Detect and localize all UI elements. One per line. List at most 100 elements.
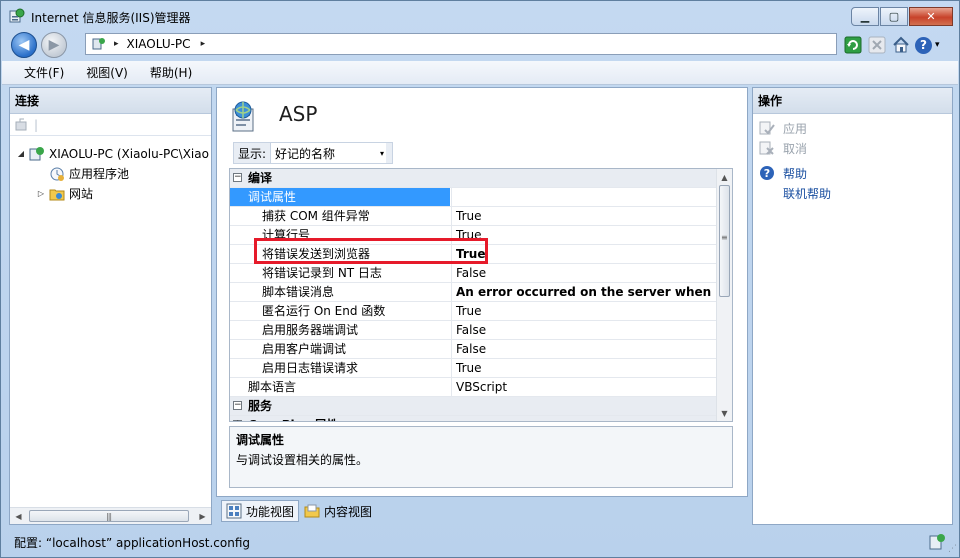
connections-toolbar: |	[10, 114, 211, 136]
apply-icon	[759, 121, 775, 135]
stop-icon	[868, 36, 886, 54]
menu-bar: 文件(F) 视图(V) 帮助(H)	[2, 61, 958, 85]
action-help[interactable]: ? 帮助	[759, 163, 807, 183]
scroll-up-arrow[interactable]: ▲	[717, 169, 732, 185]
server-status-icon	[929, 534, 945, 550]
back-button[interactable]: ◀	[11, 32, 37, 58]
category-label: 编译	[248, 171, 273, 185]
iis-app-icon	[9, 8, 25, 23]
action-label: 帮助	[783, 166, 808, 181]
property-row[interactable]: 启用服务器端调试 False	[230, 321, 718, 340]
property-name: 脚本错误消息	[262, 285, 335, 299]
tree-node-app-pools[interactable]: 应用程序池	[36, 164, 129, 183]
stop-button[interactable]	[867, 35, 887, 55]
property-value[interactable]: True	[451, 302, 719, 320]
property-name: 捕获 COM 组件异常	[262, 209, 370, 223]
property-value[interactable]: False	[451, 321, 719, 339]
property-category-row[interactable]: −调试属性	[230, 188, 718, 207]
scroll-right-arrow[interactable]: ▶	[194, 508, 211, 524]
category-label: 调试属性	[230, 188, 450, 206]
connections-hscrollbar[interactable]: ◀ ||| ▶	[10, 507, 211, 524]
scroll-left-arrow[interactable]: ◀	[10, 508, 27, 524]
property-value[interactable]: True	[451, 207, 719, 225]
forward-button[interactable]: ▶	[41, 32, 67, 58]
tree-expander-collapse[interactable]: ◢	[16, 149, 26, 158]
connections-header: 连接	[10, 88, 211, 114]
property-value[interactable]: An error occurred on the server when pro…	[451, 283, 719, 301]
property-name: 脚本语言	[248, 380, 297, 394]
sites-folder-icon	[49, 189, 65, 200]
property-name: 启用日志错误请求	[262, 361, 359, 375]
window-controls: ▁ ▢ ✕	[851, 7, 953, 26]
tab-label: 内容视图	[324, 504, 373, 519]
property-value[interactable]: False	[451, 340, 719, 358]
scroll-down-arrow[interactable]: ▼	[717, 405, 732, 421]
tab-features-view[interactable]: 功能视图	[221, 500, 300, 522]
tree-node-sites[interactable]: ▷ 网站	[36, 184, 93, 203]
action-cancel[interactable]: 取消	[759, 138, 807, 158]
menu-view[interactable]: 视图(V)	[86, 64, 128, 81]
property-grid-vscrollbar[interactable]: ▲ ≡ ▼	[716, 169, 732, 421]
action-online-help[interactable]: 联机帮助	[783, 183, 831, 203]
address-bar[interactable]: ▸ XIAOLU-PC ▸	[85, 33, 837, 55]
property-grid: −编译−调试属性捕获 COM 组件异常True计算行号True将错误发送到浏览器…	[229, 168, 733, 422]
scroll-thumb[interactable]: |||	[29, 510, 189, 522]
maximize-button[interactable]: ▢	[880, 7, 908, 26]
menu-help[interactable]: 帮助(H)	[150, 64, 192, 81]
iis-manager-window: Internet 信息服务(IIS)管理器 ▁ ▢ ✕ ◀ ▶ ▸ XIAOLU…	[0, 0, 960, 558]
display-select[interactable]: 好记的名称 ▾	[270, 143, 387, 163]
actions-pane: 操作 应用 取消 ? 帮助 联机帮助	[752, 87, 953, 525]
connect-icon[interactable]	[14, 117, 30, 133]
property-category-row[interactable]: +Com Plus 属性	[230, 416, 718, 421]
tree-node-server[interactable]: ◢ XIAOLU-PC (Xiaolu-PC\Xiao	[16, 144, 209, 163]
display-selected-value: 好记的名称	[275, 146, 336, 161]
property-row[interactable]: 启用日志错误请求 True	[230, 359, 718, 378]
tree-node-label: 网站	[69, 187, 94, 201]
property-value[interactable]: False	[451, 264, 719, 282]
scroll-thumb[interactable]: ≡	[719, 185, 730, 297]
action-apply[interactable]: 应用	[759, 118, 807, 138]
scroll-grip: ≡	[721, 233, 728, 242]
asp-feature-icon	[232, 101, 254, 132]
tree-node-label: XIAOLU-PC (Xiaolu-PC\Xiao	[49, 146, 209, 161]
address-trailing-chevron[interactable]: ▸	[201, 39, 206, 49]
features-view-icon	[226, 503, 242, 519]
app-pool-icon	[50, 167, 64, 181]
property-row[interactable]: 将错误记录到 NT 日志 False	[230, 264, 718, 283]
tree-node-label: 应用程序池	[69, 167, 130, 181]
actions-header: 操作	[753, 88, 952, 114]
svg-text:?: ?	[764, 167, 770, 180]
property-category-row[interactable]: − 编译	[230, 169, 718, 188]
resize-grip[interactable]: ⋰	[948, 544, 957, 554]
description-title: 调试属性	[236, 433, 285, 447]
home-button[interactable]	[891, 35, 911, 55]
property-row[interactable]: 匿名运行 On End 函数 True	[230, 302, 718, 321]
property-value[interactable]: VBScript	[451, 378, 719, 396]
menu-file[interactable]: 文件(F)	[24, 64, 64, 81]
address-path[interactable]: XIAOLU-PC	[127, 37, 191, 51]
property-row[interactable]: 脚本语言 VBScript	[230, 378, 718, 397]
tab-content-view[interactable]: 内容视图	[299, 500, 377, 522]
close-button[interactable]: ✕	[909, 7, 953, 26]
feature-pane: ASP 显示: 好记的名称 ▾ −编译−调试属性捕获 COM 组件异常True计…	[216, 87, 748, 497]
red-highlight-annotation	[254, 238, 488, 264]
address-separator: ▸	[114, 39, 119, 49]
property-name: 启用客户端调试	[262, 342, 347, 356]
property-category-row[interactable]: − 服务	[230, 397, 718, 416]
minimize-button[interactable]: ▁	[851, 7, 879, 26]
status-bar: 配置: “localhost” applicationHost.config ⋰	[2, 528, 958, 556]
property-value[interactable]: True	[451, 245, 719, 263]
toolbar-separator: |	[34, 117, 39, 132]
property-value[interactable]: True	[451, 226, 719, 244]
home-icon	[893, 36, 909, 53]
property-row[interactable]: 捕获 COM 组件异常 True	[230, 207, 718, 226]
tree-expander-expand[interactable]: ▷	[36, 189, 46, 198]
help-icon: ?	[760, 166, 774, 180]
property-value[interactable]: True	[451, 359, 719, 377]
property-row[interactable]: 启用客户端调试 False	[230, 340, 718, 359]
help-dropdown-button[interactable]: ? ▾	[915, 35, 949, 55]
refresh-button[interactable]	[843, 35, 863, 55]
content-view-icon	[304, 504, 320, 518]
property-row[interactable]: 脚本错误消息 An error occurred on the server wh…	[230, 283, 719, 302]
action-label: 取消	[783, 141, 808, 156]
